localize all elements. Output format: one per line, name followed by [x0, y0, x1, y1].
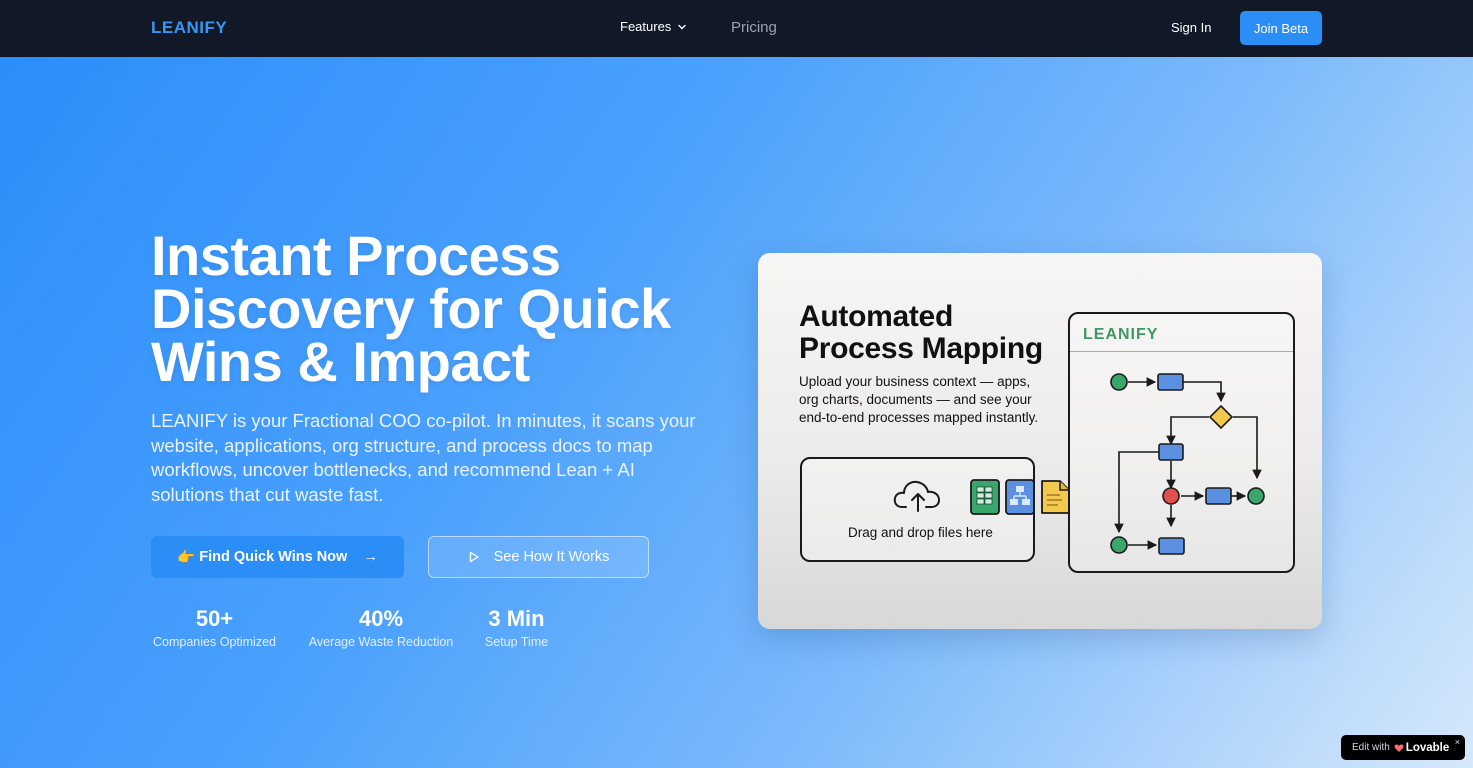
process-map-panel: LEANIFY	[1068, 312, 1295, 573]
play-icon	[469, 551, 479, 563]
hero-title: Instant Process Discovery for Quick Wins…	[151, 224, 671, 393]
chevron-down-icon	[678, 24, 687, 29]
sign-in-link[interactable]: Sign In	[1171, 20, 1211, 35]
card-title: Automated Process Mapping	[799, 300, 1043, 365]
stat-companies: 50+ Companies Optimized	[151, 605, 278, 649]
lovable-heart-icon	[1394, 744, 1404, 752]
hero-description: LEANIFY is your Fractional COO co-pilot.…	[151, 410, 696, 505]
badge-brand-label: Lovable	[1405, 741, 1450, 754]
see-how-it-works-button[interactable]: See How It Works	[428, 536, 649, 578]
end-node	[1247, 487, 1265, 505]
process-mapping-card: Automated Process Mapping Upload your bu…	[758, 253, 1322, 629]
top-nav: LEANIFY Features Pricing Sign In Join Be…	[0, 0, 1473, 57]
card-description: Upload your business context — apps, org…	[799, 374, 1039, 425]
stat-waste: 40% Average Waste Reduction	[307, 605, 455, 649]
process-node	[1158, 443, 1184, 461]
cloud-upload-icon	[893, 480, 940, 512]
arrow-right-icon: →	[363, 549, 378, 565]
spreadsheet-file-icon	[970, 479, 1000, 515]
org-chart-file-icon	[1005, 479, 1035, 515]
find-quick-wins-button[interactable]: 👉 Find Quick Wins Now →	[151, 536, 404, 578]
stat-label: Setup Time	[484, 635, 549, 649]
logo[interactable]: LEANIFY	[151, 18, 227, 38]
process-node	[1158, 537, 1185, 555]
start-node	[1110, 373, 1128, 391]
document-file-icon	[1041, 480, 1070, 514]
stat-setup: 3 Min Setup Time	[483, 605, 550, 649]
start-node	[1110, 536, 1128, 554]
stat-label: Average Waste Reduction	[308, 635, 454, 649]
stat-label: Companies Optimized	[153, 635, 276, 649]
alert-node	[1162, 487, 1180, 505]
close-icon[interactable]: ×	[1455, 737, 1460, 747]
drop-zone-text: Drag and drop files here	[848, 525, 993, 540]
edit-with-lovable-badge[interactable]: Edit with Lovable ×	[1341, 735, 1465, 760]
decision-node	[1208, 404, 1234, 430]
join-beta-button[interactable]: Join Beta	[1240, 11, 1322, 45]
process-flow-diagram	[1110, 373, 1265, 555]
badge-brand: Lovable	[1394, 742, 1449, 754]
stat-value: 3 Min	[488, 606, 545, 631]
find-quick-wins-label: Find Quick Wins Now	[199, 549, 348, 565]
stat-value: 50+	[195, 606, 234, 631]
process-node	[1205, 487, 1232, 505]
pointing-hand-icon: 👉	[177, 549, 196, 566]
nav-features-label: Features	[620, 19, 672, 34]
see-how-it-works-label: See How It Works	[493, 549, 610, 565]
stat-value: 40%	[358, 606, 404, 631]
process-node	[1157, 373, 1184, 391]
nav-pricing-link[interactable]: Pricing	[731, 19, 777, 36]
nav-features-dropdown[interactable]: Features	[620, 19, 687, 34]
badge-prefix: Edit with	[1352, 742, 1390, 753]
